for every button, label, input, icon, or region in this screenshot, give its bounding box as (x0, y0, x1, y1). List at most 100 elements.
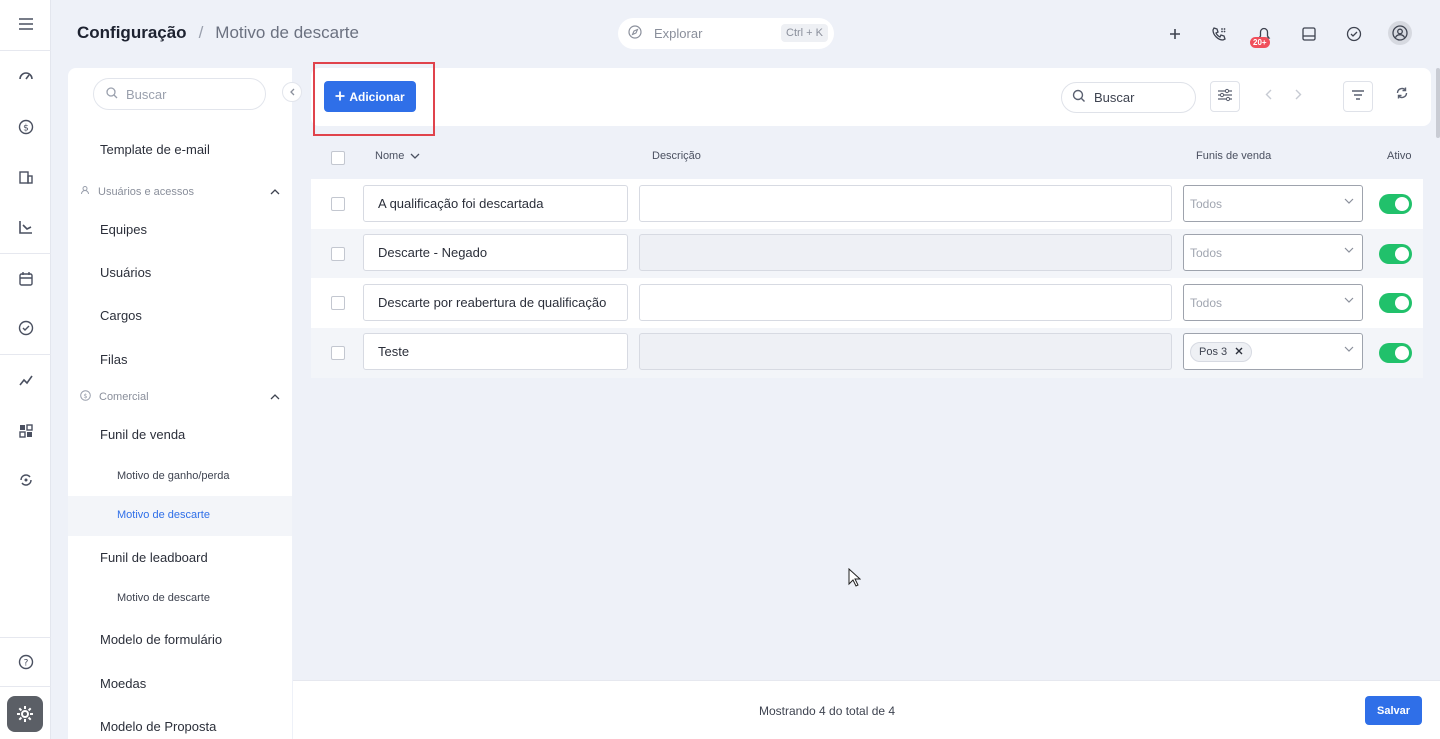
description-input[interactable] (639, 333, 1172, 370)
description-input[interactable] (639, 284, 1172, 321)
collapse-sidebar-button[interactable] (282, 82, 302, 102)
divider (0, 354, 51, 355)
sidebar-item-modelo-proposta[interactable]: Modelo de Proposta (100, 719, 216, 734)
row-checkbox[interactable] (331, 346, 345, 360)
scrollbar[interactable] (1436, 68, 1440, 138)
column-header-descricao: Descrição (652, 150, 701, 162)
name-input[interactable]: Teste (363, 333, 628, 370)
table-footer: Mostrando 4 do total de 4 (293, 680, 1440, 739)
column-settings-button[interactable] (1210, 81, 1240, 112)
funnels-select[interactable]: Todos (1183, 284, 1363, 321)
inbox-icon[interactable] (1296, 21, 1322, 47)
task-check-icon[interactable] (1341, 21, 1367, 47)
filter-icon (1351, 89, 1365, 104)
column-header-funis: Funis de venda (1196, 150, 1272, 162)
toolbar (311, 68, 1431, 126)
money-icon[interactable]: $ (0, 112, 51, 142)
description-input[interactable] (639, 234, 1172, 271)
sidebar-item-modelo-formulario[interactable]: Modelo de formulário (100, 632, 222, 647)
check-circle-icon[interactable] (0, 313, 51, 343)
chart-icon[interactable] (0, 212, 51, 242)
sidebar-item-template-email[interactable]: Template de e-mail (100, 142, 210, 157)
svg-text:?: ? (23, 659, 28, 669)
sidebar-item-motivo-descarte[interactable]: Motivo de descarte (117, 509, 210, 521)
sidebar-group-comercial[interactable]: $ Comercial (80, 390, 280, 404)
help-icon[interactable]: ? (0, 647, 51, 677)
plus-icon[interactable] (1162, 21, 1188, 47)
pagination-count: Mostrando 4 do total de 4 (759, 704, 896, 718)
settings-sidebar: Buscar Template de e-mail Usuários e ace… (68, 68, 292, 739)
active-toggle[interactable] (1379, 343, 1412, 363)
phone-icon[interactable] (1206, 21, 1232, 47)
table-row: Descarte por reabertura de qualificação … (311, 278, 1423, 328)
notification-badge: 20+ (1250, 37, 1270, 48)
row-checkbox[interactable] (331, 197, 345, 211)
next-page-chevron-right-icon[interactable] (1295, 88, 1302, 103)
sidebar-item-motivo-ganho[interactable]: Motivo de ganho/perda (117, 470, 230, 482)
active-toggle[interactable] (1379, 194, 1412, 214)
table-search-input[interactable]: Buscar (1061, 82, 1196, 113)
sidebar-item-usuarios[interactable]: Usuários (100, 265, 151, 280)
sidebar-group-label: Comercial (99, 391, 149, 403)
select-all-checkbox[interactable] (331, 151, 345, 165)
save-button[interactable]: Salvar (1365, 696, 1422, 725)
menu-icon[interactable] (0, 9, 51, 39)
funnels-select-value: Todos (1190, 196, 1223, 211)
column-header-ativo: Ativo (1387, 150, 1412, 162)
building-icon[interactable] (0, 162, 51, 192)
settings-gear-icon[interactable] (7, 696, 43, 732)
breadcrumb-root[interactable]: Configuração (77, 23, 187, 43)
refresh-icon[interactable] (1395, 86, 1409, 103)
description-input[interactable] (639, 185, 1172, 222)
chevron-down-icon (1344, 245, 1354, 256)
name-input[interactable]: Descarte - Negado (363, 234, 628, 271)
sidebar-item-filas[interactable]: Filas (100, 352, 127, 367)
sidebar-search-placeholder: Buscar (126, 86, 167, 102)
funnels-select-value: Todos (1190, 245, 1223, 260)
active-toggle[interactable] (1379, 293, 1412, 313)
funnels-select[interactable]: Todos (1183, 185, 1363, 222)
column-header-nome[interactable]: Nome (375, 150, 420, 162)
trend-icon[interactable] (0, 365, 51, 395)
prev-page-chevron-left-icon[interactable] (1265, 88, 1272, 103)
explore-search[interactable]: Explorar Ctrl + K (618, 18, 834, 49)
compass-icon (628, 25, 642, 42)
name-input[interactable]: A qualificação foi descartada (363, 185, 628, 222)
highlight-annotation (313, 62, 435, 136)
sidebar-item-equipes[interactable]: Equipes (100, 222, 147, 237)
sidebar-item-motivo-descarte-leadboard[interactable]: Motivo de descarte (117, 592, 210, 604)
search-icon (106, 86, 118, 102)
sidebar-group-users[interactable]: Usuários e acessos (80, 185, 280, 198)
app-rail: $ ? (0, 0, 51, 739)
funnels-select-value: Todos (1190, 295, 1223, 310)
filter-button[interactable] (1343, 81, 1373, 112)
funnels-select[interactable]: Pos 3 (1183, 333, 1363, 370)
name-input[interactable]: Descarte por reabertura de qualificação (363, 284, 628, 321)
row-checkbox[interactable] (331, 296, 345, 310)
dashboard-icon[interactable] (0, 60, 51, 90)
svg-text:$: $ (83, 392, 87, 400)
chevron-down-icon (1344, 196, 1354, 207)
chevron-down-icon (410, 150, 420, 162)
sidebar-search-input[interactable]: Buscar (93, 78, 266, 110)
column-header-label: Nome (375, 150, 405, 162)
sidebar-item-funil-venda[interactable]: Funil de venda (100, 427, 185, 442)
explore-placeholder: Explorar (654, 26, 703, 41)
user-icon (80, 185, 90, 198)
user-avatar-icon[interactable] (1388, 21, 1412, 45)
widgets-icon[interactable] (0, 416, 51, 446)
sidebar-item-cargos[interactable]: Cargos (100, 308, 142, 323)
sync-icon[interactable] (0, 465, 51, 495)
sidebar-item-moedas[interactable]: Moedas (100, 676, 146, 691)
close-icon[interactable] (1235, 346, 1243, 358)
active-toggle[interactable] (1379, 244, 1412, 264)
row-checkbox[interactable] (331, 247, 345, 261)
page-title: Motivo de descarte (215, 23, 359, 42)
funnel-tag: Pos 3 (1190, 341, 1253, 362)
table-row: Descarte - Negado Todos (311, 229, 1423, 279)
chevron-down-icon (1344, 295, 1354, 306)
funnels-select[interactable]: Todos (1183, 234, 1363, 271)
chevron-up-icon (270, 391, 280, 403)
calendar-icon[interactable] (0, 264, 51, 294)
sidebar-item-funil-leadboard[interactable]: Funil de leadboard (100, 550, 208, 565)
